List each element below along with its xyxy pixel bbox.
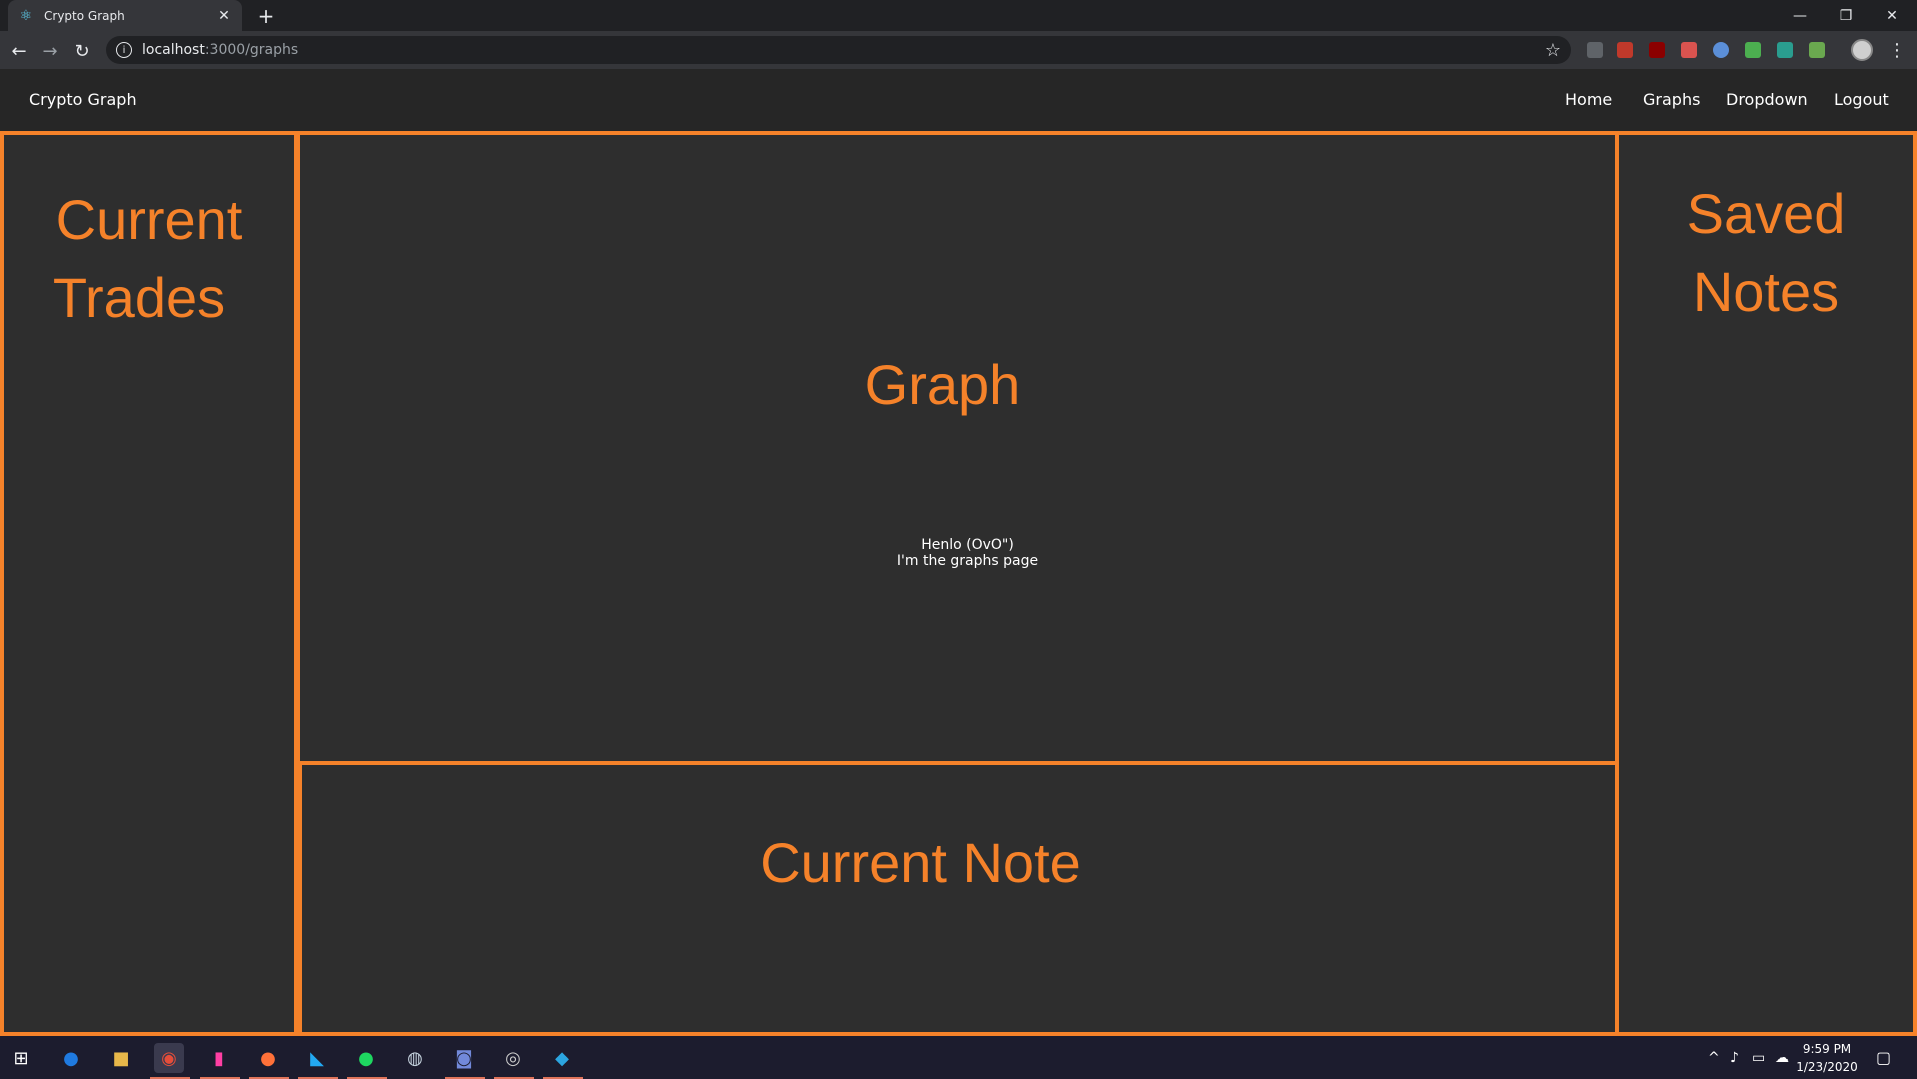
minimize-icon[interactable]: —: [1777, 0, 1823, 31]
tray-chevron-icon[interactable]: ^: [1708, 1036, 1720, 1079]
current-note-title: Current Note: [760, 831, 1081, 894]
current-trades-panel: Current Trades: [0, 131, 298, 1036]
chrome-icon[interactable]: ◉: [154, 1043, 184, 1073]
clock[interactable]: 9:59 PM 1/23/2020: [1792, 1040, 1862, 1076]
graph-title: Graph: [864, 353, 1021, 416]
url-path: :3000/graphs: [204, 42, 299, 58]
graph-panel: Graph Henlo (OvO") I'm the graphs page: [296, 131, 1619, 765]
file-explorer-icon[interactable]: ■: [106, 1043, 136, 1073]
extension-icon[interactable]: [1681, 42, 1697, 58]
windows-start-icon[interactable]: ⊞: [6, 1043, 36, 1073]
nav-graphs[interactable]: Graphs: [1643, 90, 1700, 109]
window-close-icon[interactable]: ✕: [1869, 0, 1915, 31]
taskbar: ⊞ ● ■ ◉ ▮ ● ◣ ● ◍ ◙ ◎ ◆ ^ ♪ ▭ ☁ 9:59 PM …: [0, 1036, 1917, 1079]
url-host: localhost: [142, 42, 205, 58]
terminal-icon[interactable]: ▮: [204, 1043, 234, 1073]
tab-title: Crypto Graph: [44, 8, 125, 23]
notifications-icon[interactable]: ▢: [1876, 1036, 1891, 1079]
page: Crypto Graph Home Graphs Dropdown Logout…: [0, 69, 1917, 1036]
kebab-menu-icon[interactable]: ⋮: [1888, 39, 1906, 61]
current-note-panel: Current Note: [298, 761, 1619, 1036]
graph-subtitle: I'm the graphs page: [896, 553, 1039, 569]
firefox-icon[interactable]: ●: [253, 1043, 283, 1073]
saved-notes-title: Saved Notes: [1619, 175, 1913, 331]
graph-greeting: Henlo (OvO"): [921, 537, 1014, 553]
firefox-dev-icon[interactable]: ●: [56, 1043, 86, 1073]
arrow-right-icon[interactable]: →: [37, 38, 63, 64]
browser-toolbar: ← → ↻ i localhost :3000/graphs ☆ ⋮: [0, 31, 1917, 69]
browser-tab-strip: ⚛ Crypto Graph ✕ + — ❐ ✕: [0, 0, 1917, 31]
nav-home[interactable]: Home: [1565, 90, 1612, 109]
nav-dropdown[interactable]: Dropdown: [1726, 90, 1808, 109]
extension-icon[interactable]: [1587, 42, 1603, 58]
title-line: Trades: [52, 266, 226, 329]
address-bar[interactable]: i localhost :3000/graphs ☆: [106, 36, 1571, 64]
obs-icon[interactable]: ◎: [498, 1043, 528, 1073]
react-icon: ⚛: [19, 7, 33, 24]
arrow-left-icon[interactable]: ←: [6, 38, 32, 64]
title-line: Notes: [1692, 260, 1840, 323]
volume-icon[interactable]: ♪: [1730, 1036, 1739, 1079]
info-icon[interactable]: i: [116, 42, 132, 58]
nav-logout[interactable]: Logout: [1834, 90, 1889, 109]
extension-icon[interactable]: [1617, 42, 1633, 58]
current-trades-title: Current Trades: [4, 181, 294, 337]
extension-icon[interactable]: [1745, 42, 1761, 58]
title-line: Current: [55, 188, 243, 251]
close-icon[interactable]: ✕: [216, 8, 232, 24]
vscode-icon[interactable]: ◣: [302, 1043, 332, 1073]
network-icon[interactable]: ▭: [1752, 1036, 1765, 1079]
extension-icon[interactable]: [1713, 42, 1729, 58]
telegram-icon[interactable]: ◆: [547, 1043, 577, 1073]
extension-icon[interactable]: [1809, 42, 1825, 58]
reload-icon[interactable]: ↻: [69, 38, 95, 64]
restore-icon[interactable]: ❐: [1823, 0, 1869, 31]
avatar[interactable]: [1851, 39, 1873, 61]
steam-icon[interactable]: ◍: [400, 1043, 430, 1073]
title-line: Saved: [1686, 182, 1846, 245]
star-icon[interactable]: ☆: [1545, 40, 1561, 61]
onedrive-icon[interactable]: ☁: [1775, 1036, 1789, 1079]
clock-time: 9:59 PM: [1802, 1042, 1852, 1056]
brand-link[interactable]: Crypto Graph: [29, 90, 137, 109]
app-navbar: Crypto Graph Home Graphs Dropdown Logout: [0, 69, 1917, 131]
plus-icon[interactable]: +: [254, 4, 278, 28]
extension-icon[interactable]: [1777, 42, 1793, 58]
browser-tab[interactable]: ⚛ Crypto Graph ✕: [8, 0, 242, 31]
clock-date: 1/23/2020: [1796, 1060, 1858, 1074]
discord-icon[interactable]: ◙: [449, 1043, 479, 1073]
spotify-icon[interactable]: ●: [351, 1043, 381, 1073]
ublock-icon[interactable]: [1649, 42, 1665, 58]
saved-notes-panel: Saved Notes: [1615, 131, 1917, 1036]
